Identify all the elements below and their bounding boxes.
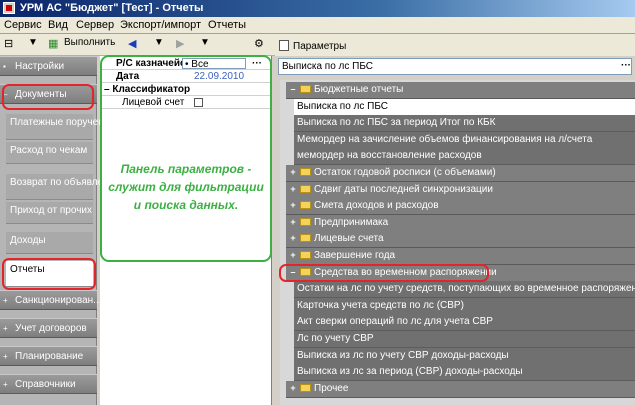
report-folder[interactable]: + Остаток годовой росписи (с объемами) (286, 165, 635, 182)
report-search-input[interactable]: Выписка по лс ПБС (278, 58, 632, 75)
expand-icon[interactable]: + (289, 201, 297, 210)
parameters-highlight (100, 55, 272, 262)
folder-icon (300, 85, 311, 93)
menu-bar: Сервис Вид Сервер Экспорт/импорт Отчеты (0, 17, 635, 34)
folder-icon (300, 251, 311, 259)
report-item[interactable]: Выписка по лс ПБС за период Итог по КБК (294, 115, 635, 133)
menu-export-import[interactable]: Экспорт/импорт (120, 19, 201, 31)
report-folder-label: Завершение года (314, 250, 396, 261)
report-item[interactable]: Остатки на лс по учету средств, поступаю… (294, 281, 635, 299)
window-title: УРМ АС "Бюджет" [Тест] - Отчеты (20, 2, 204, 14)
back-dropdown-icon[interactable]: ▼ (154, 37, 164, 53)
nav-section-contracts[interactable]: + Учет договоров (0, 318, 97, 338)
report-item[interactable]: Выписка из лс за период (СВР) доходы-рас… (294, 364, 635, 382)
report-item[interactable]: Выписка по лс ПБС (294, 98, 635, 116)
reports-tree: – Бюджетные отчеты Выписка по лс ПБС Выписк… (280, 80, 635, 405)
reports-highlight (2, 258, 96, 290)
params-tab[interactable]: Параметры (293, 41, 346, 52)
folder-icon (300, 184, 311, 193)
menu-view[interactable]: Вид (48, 19, 68, 31)
menu-service[interactable]: Сервис (4, 19, 42, 31)
report-folder-label: Прочее (314, 382, 349, 394)
report-folder[interactable]: + Смета доходов и расходов (286, 198, 635, 216)
nav-section-directories[interactable]: + Справочники (0, 374, 97, 394)
dropdown-arrow-icon[interactable]: ▼ (28, 37, 38, 53)
nav-item-other-income[interactable]: Приход от прочих (6, 202, 93, 224)
documents-highlight (2, 84, 94, 110)
params-tab-header: Параметры (275, 36, 635, 56)
report-folder-label: Сдвиг даты последней синхронизации (314, 183, 493, 195)
report-item[interactable]: Выписка из лс по учету СВР доходы-расход… (294, 347, 635, 365)
back-icon[interactable]: ◀ (128, 37, 136, 53)
folder-icon (300, 234, 311, 243)
parameters-note: Панель параметров - служит для фильтраци… (108, 162, 264, 212)
folder-icon (300, 383, 311, 392)
nav-item-payment-orders[interactable]: Платежные поручения (6, 114, 115, 140)
report-folder-label: Смета доходов и расходов (314, 200, 439, 212)
folder-icon (300, 168, 311, 176)
folder-icon (300, 217, 311, 226)
expand-icon[interactable]: + (289, 184, 297, 193)
run-button[interactable]: Выполнить (64, 37, 115, 53)
report-folder-label: Бюджетные отчеты (314, 84, 404, 95)
title-bar: УРМ АС "Бюджет" [Тест] - Отчеты (0, 0, 635, 17)
expand-icon[interactable]: + (289, 217, 297, 226)
nav-section-planning[interactable]: + Планирование (0, 346, 97, 366)
svr-folder-highlight (279, 264, 489, 282)
menu-reports[interactable]: Отчеты (208, 19, 246, 31)
run-icon[interactable]: ▦ (48, 37, 62, 53)
report-item[interactable]: Карточка учета средств по лс (СВР) (294, 297, 635, 315)
nav-item-income[interactable]: Доходы (6, 232, 93, 254)
nav-item-refund-announcements[interactable]: Возврат по объявлениям (6, 174, 127, 200)
expand-icon[interactable]: + (289, 234, 297, 243)
report-item[interactable]: Мемордер на зачисление объемов финансиро… (294, 131, 635, 149)
app-icon (3, 2, 15, 14)
report-folder[interactable]: + Завершение года (286, 248, 635, 265)
nav-section-sanctioning[interactable]: + Санкционирован... (0, 290, 102, 310)
report-folder[interactable]: + Прочее (286, 380, 635, 398)
report-folder[interactable]: + Предпринимака (286, 214, 635, 232)
nav-item-check-expenses[interactable]: Расход по чекам (6, 142, 93, 164)
filter-icon[interactable]: ⚙ (254, 37, 264, 53)
expand-icon[interactable]: + (289, 168, 297, 177)
report-folder[interactable]: + Лицевые счета (286, 231, 635, 249)
nav-section-settings[interactable]: ▪ Настройки (0, 56, 97, 76)
params-tab-icon (279, 40, 289, 51)
report-folder-label: Остаток годовой росписи (с объемами) (314, 167, 496, 178)
report-item[interactable]: мемордер на восстановление расходов (294, 148, 635, 166)
search-more-icon[interactable]: ··· (621, 60, 631, 71)
report-item[interactable]: Лс по учету СВР (294, 331, 635, 348)
report-folder[interactable]: + Сдвиг даты последней синхронизации (286, 181, 635, 199)
collapse-icon[interactable]: – (289, 85, 297, 94)
expand-icon[interactable]: + (289, 383, 297, 392)
report-folder[interactable]: – Бюджетные отчеты (286, 82, 635, 99)
forward-icon[interactable]: ▶ (176, 37, 184, 53)
tree-toggle-icon[interactable]: ⊟ (4, 37, 18, 53)
report-item[interactable]: Акт сверки операций по лс для учета СВР (294, 314, 635, 332)
report-folder-label: Предпринимака (314, 216, 389, 228)
forward-dropdown-icon[interactable]: ▼ (200, 37, 210, 53)
folder-icon (300, 201, 311, 210)
expand-icon[interactable]: + (289, 251, 297, 260)
menu-server[interactable]: Сервер (76, 19, 114, 31)
report-folder-label: Лицевые счета (314, 233, 384, 245)
